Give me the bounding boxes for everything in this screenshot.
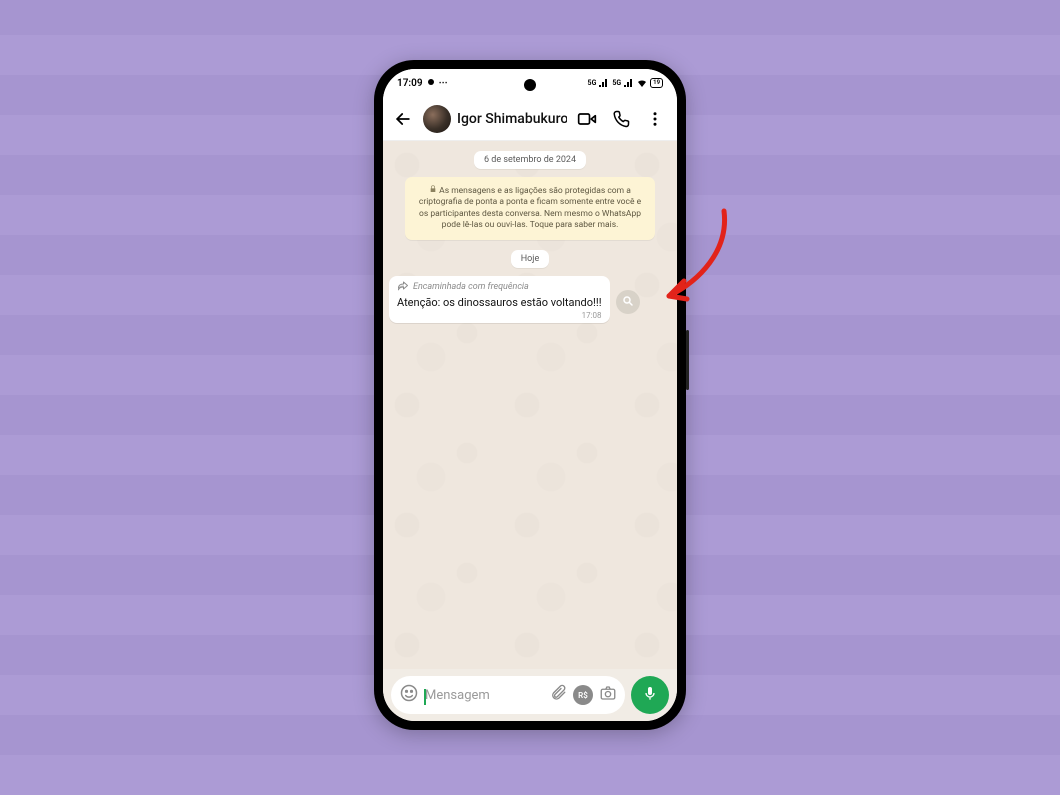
status-5g-label: 5G xyxy=(588,79,597,87)
status-time: 17:09 xyxy=(397,78,423,89)
forwarded-label-text: Encaminhada com frequência xyxy=(413,282,529,292)
status-battery-icon: 19 xyxy=(650,78,663,88)
emoji-icon[interactable] xyxy=(399,683,419,707)
voice-record-button[interactable] xyxy=(631,676,669,714)
phone-frame: 17:09 ⋯ 5G 5G 19 xyxy=(374,60,686,730)
status-notif-dot-icon xyxy=(427,78,435,89)
message-time: 17:08 xyxy=(397,311,602,320)
message-input[interactable]: Mensagem R$ xyxy=(391,676,625,714)
forwarded-label: Encaminhada com frequência xyxy=(397,281,602,294)
message-bubble[interactable]: Encaminhada com frequência Atenção: os d… xyxy=(389,276,610,323)
chat-header: Igor Shimabukuro xyxy=(383,97,677,141)
back-button[interactable] xyxy=(389,105,417,133)
front-camera xyxy=(524,79,536,91)
video-call-button[interactable] xyxy=(573,105,601,133)
text-caret-icon xyxy=(424,689,426,705)
phone-screen: 17:09 ⋯ 5G 5G 19 xyxy=(383,69,677,721)
contact-name[interactable]: Igor Shimabukuro xyxy=(457,111,567,127)
message-text: Atenção: os dinossauros estão voltando!!… xyxy=(397,296,602,310)
search-message-button[interactable] xyxy=(616,290,640,314)
chat-body[interactable]: 6 de setembro de 2024 As mensagens e as … xyxy=(383,141,677,669)
attach-icon[interactable] xyxy=(549,684,567,706)
status-wifi-icon xyxy=(637,79,647,87)
payment-button[interactable]: R$ xyxy=(573,685,593,705)
voice-call-button[interactable] xyxy=(607,105,635,133)
message-input-placeholder: Mensagem xyxy=(425,688,543,703)
encryption-notice-text: As mensagens e as ligações são protegida… xyxy=(419,186,641,230)
status-signal-icon-1 xyxy=(599,79,609,87)
status-signal-icon-2 xyxy=(624,79,634,87)
input-bar: Mensagem R$ xyxy=(383,669,677,721)
date-chip-today: Hoje xyxy=(511,250,549,268)
message-row: Encaminhada com frequência Atenção: os d… xyxy=(389,276,671,323)
encryption-notice[interactable]: As mensagens e as ligações são protegida… xyxy=(405,177,655,240)
status-5g-label-2: 5G xyxy=(612,79,621,87)
avatar[interactable] xyxy=(423,105,451,133)
more-options-button[interactable] xyxy=(641,105,669,133)
camera-icon[interactable] xyxy=(599,684,617,706)
mic-icon xyxy=(642,685,658,705)
status-more-icon: ⋯ xyxy=(439,78,448,88)
phone-side-button xyxy=(686,330,689,390)
search-icon xyxy=(622,292,634,311)
date-chip: 6 de setembro de 2024 xyxy=(474,151,586,169)
forward-icon xyxy=(397,281,409,294)
lock-icon xyxy=(429,185,437,197)
